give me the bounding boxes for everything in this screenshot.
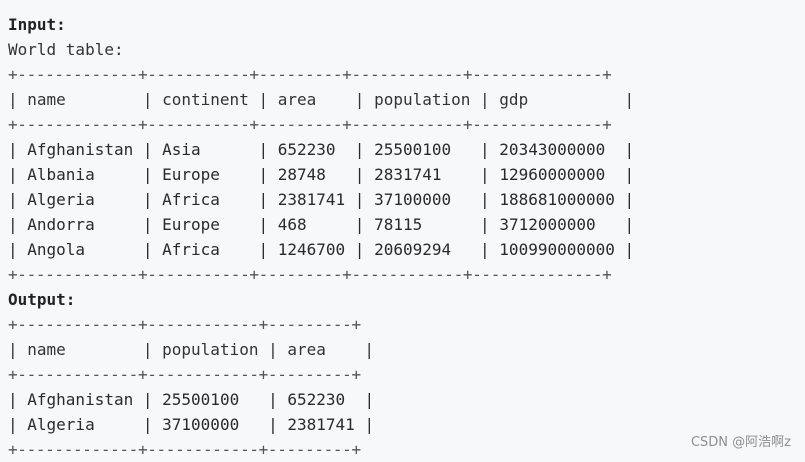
- table-cell: 3712000000: [499, 215, 596, 234]
- column-header: name: [27, 90, 66, 109]
- table-cell: 12960000000: [499, 165, 606, 184]
- table-cell: Africa: [162, 190, 220, 209]
- table-cell: 37100000: [162, 415, 240, 434]
- table-cell: 1246700: [277, 240, 346, 259]
- table-cell: 37100000: [374, 190, 452, 209]
- table-cell: 2381741: [277, 190, 346, 209]
- world-table: +-------------+-----------+---------+---…: [8, 62, 798, 287]
- table-cell: Afghanistan: [27, 390, 134, 409]
- table-border: +-------------+------------+---------+: [8, 315, 361, 334]
- table-row: | Andorra | Europe | 468 | 78115 | 37120…: [8, 215, 635, 234]
- table-cell: Asia: [162, 140, 201, 159]
- table-cell: Africa: [162, 240, 220, 259]
- table-row: | Angola | Africa | 1246700 | 20609294 |…: [8, 240, 635, 259]
- table-cell: Afghanistan: [27, 140, 134, 159]
- table-row: | Albania | Europe | 28748 | 2831741 | 1…: [8, 165, 635, 184]
- table-cell: 100990000000: [499, 240, 615, 259]
- table-cell: Albania: [27, 165, 95, 184]
- table-row: | Afghanistan | Asia | 652230 | 25500100…: [8, 140, 635, 159]
- output-heading: Output:: [8, 290, 76, 309]
- column-header: name: [27, 340, 66, 359]
- table-cell: 468: [277, 215, 307, 234]
- table-header-row: | name | continent | area | population |…: [8, 90, 635, 109]
- column-header: area: [287, 340, 326, 359]
- table-cell: 25500100: [374, 140, 452, 159]
- table-cell: Algeria: [27, 190, 95, 209]
- input-heading: Input:: [8, 15, 66, 34]
- csdn-watermark: CSDN @阿浩啊z: [690, 435, 791, 450]
- table-border: +-------------+------------+---------+: [8, 365, 361, 384]
- table-cell: 2381741: [287, 415, 355, 434]
- table-cell: 28748: [277, 165, 326, 184]
- table-row: | Afghanistan | 25500100 | 652230 |: [8, 390, 375, 409]
- table-cell: 20609294: [374, 240, 452, 259]
- table-cell: Europe: [162, 215, 220, 234]
- table-cell: 25500100: [162, 390, 240, 409]
- table-cell: 20343000000: [499, 140, 606, 159]
- column-header: population: [374, 90, 471, 109]
- output-table: +-------------+------------+---------+ | …: [8, 312, 798, 462]
- table-cell: Europe: [162, 165, 220, 184]
- table-border: +-------------+-----------+---------+---…: [8, 65, 612, 84]
- table-border: +-------------+-----------+---------+---…: [8, 265, 612, 284]
- table-cell: Angola: [27, 240, 86, 259]
- column-header: area: [277, 90, 317, 109]
- table-border: +-------------+-----------+---------+---…: [8, 115, 612, 134]
- table-cell: 652230: [277, 140, 336, 159]
- column-header: continent: [162, 90, 249, 109]
- column-header: gdp: [499, 90, 529, 109]
- table-cell: Andorra: [27, 215, 95, 234]
- content-area: Input: World table: +-------------+-----…: [8, 12, 798, 462]
- table-row: | Algeria | 37100000 | 2381741 |: [8, 415, 375, 434]
- table-cell: Algeria: [27, 415, 95, 434]
- table-row: | Algeria | Africa | 2381741 | 37100000 …: [8, 190, 635, 209]
- table-header-row: | name | population | area |: [8, 340, 375, 359]
- table-cell: 2831741: [374, 165, 442, 184]
- column-header: population: [162, 340, 259, 359]
- table-cell: 78115: [374, 215, 423, 234]
- input-table-caption: World table:: [8, 40, 124, 59]
- table-cell: 188681000000: [499, 190, 615, 209]
- table-border: +-------------+------------+---------+: [8, 440, 361, 459]
- table-cell: 652230: [287, 390, 346, 409]
